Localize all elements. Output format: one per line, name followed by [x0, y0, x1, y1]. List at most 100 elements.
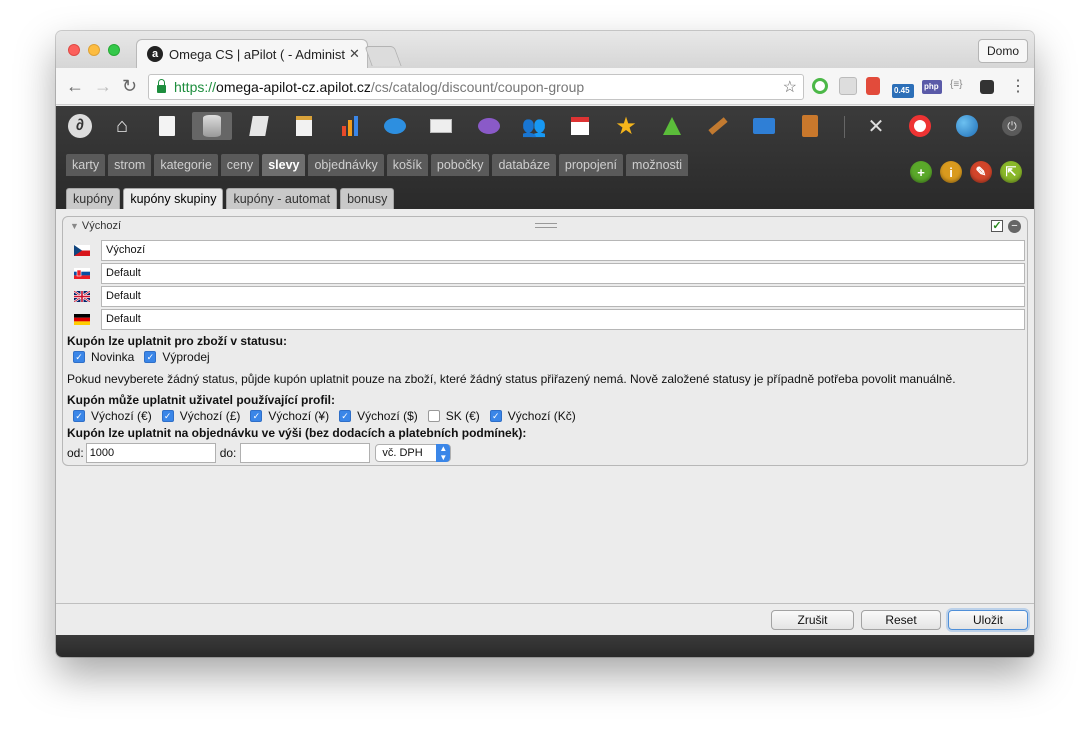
nav-item-slevy[interactable]: slevy	[262, 154, 306, 176]
browser-window: a Omega CS | aPilot ( - Administ ✕ Domo …	[56, 31, 1034, 657]
document-pencil-icon[interactable]	[153, 112, 181, 140]
nav-item-databaze[interactable]: databáze	[492, 154, 556, 176]
zoom-window-button[interactable]	[108, 44, 120, 56]
nav-item-kategorie[interactable]: kategorie	[154, 154, 218, 176]
checkbox-profile-eur[interactable]: ✓	[73, 410, 85, 422]
checkbox-label-profile-sk-eur: SK (€)	[445, 409, 480, 423]
cancel-button[interactable]: Zrušit	[771, 610, 854, 630]
profile-button[interactable]: Domo	[977, 39, 1028, 63]
checkbox-profile-gbp[interactable]: ✓	[161, 410, 174, 422]
tab-close-icon[interactable]: ✕	[349, 46, 360, 62]
add-icon[interactable]: +	[910, 161, 932, 183]
tab-kupony-skupiny[interactable]: kupóny skupiny	[123, 188, 224, 209]
bar-chart-icon[interactable]	[336, 112, 364, 140]
checkbox-profile-usd[interactable]: ✓	[339, 410, 352, 422]
wrench-icon[interactable]: ✎	[970, 161, 992, 183]
php-icon[interactable]: php	[922, 80, 942, 94]
envelope-icon[interactable]	[427, 112, 455, 140]
panel-header: ▼ Výchozí ✓ −	[63, 217, 1027, 234]
browser-tabbar: a Omega CS | aPilot ( - Administ ✕ Domo	[56, 31, 1034, 68]
nav-item-moznosti[interactable]: možnosti	[626, 154, 689, 176]
name-input-sk[interactable]: Default	[101, 263, 1025, 284]
info-icon[interactable]: i	[940, 161, 962, 183]
coupon-group-panel: ▼ Výchozí ✓ − Výchozí Default Default Def…	[62, 216, 1028, 466]
flask-icon[interactable]	[658, 112, 686, 140]
bookmark-star-icon[interactable]: ☆	[783, 77, 797, 97]
sk-flag-icon	[74, 268, 90, 279]
clipboard-icon[interactable]	[290, 112, 318, 140]
save-button[interactable]: Uložit	[948, 610, 1028, 630]
amount-from-input[interactable]: 1000	[85, 443, 216, 463]
tab-kupony-automat[interactable]: kupóny - automat	[226, 188, 338, 209]
omega-logo-icon[interactable]: ∂	[66, 112, 94, 140]
scroll-icon[interactable]	[245, 112, 273, 140]
globe-icon[interactable]	[953, 112, 981, 140]
calendar-icon[interactable]	[566, 112, 594, 140]
database-icon[interactable]	[192, 112, 232, 140]
reset-button[interactable]: Reset	[861, 610, 941, 630]
tools-icon[interactable]: ✕	[862, 112, 890, 140]
speed-gauge-icon[interactable]: 0.45	[892, 84, 914, 98]
checkbox-novinka[interactable]: ✓	[73, 351, 85, 363]
extension-green-icon[interactable]	[812, 78, 828, 94]
forward-arrow-icon[interactable]: →	[94, 76, 112, 97]
address-bar[interactable]: https:// omega-apilot-cz.apilot.cz /cs/c…	[148, 74, 804, 100]
name-input-en[interactable]: Default	[101, 286, 1025, 307]
sms-icon[interactable]	[475, 112, 503, 140]
terminal-icon[interactable]	[980, 80, 994, 94]
browser-toolbar: ← → ↻ https:// omega-apilot-cz.apilot.cz…	[56, 68, 1034, 105]
menu-kebab-icon[interactable]: ⋮	[1010, 76, 1026, 96]
nav-item-pobocky[interactable]: pobočky	[430, 154, 490, 176]
folder-icon[interactable]	[750, 112, 778, 140]
remove-icon[interactable]: −	[1008, 220, 1021, 233]
reload-icon[interactable]: ↻	[122, 76, 137, 97]
name-input-de[interactable]: Default	[101, 309, 1025, 330]
rss-icon[interactable]	[839, 77, 857, 95]
checkbox-label-novinka: Novinka	[91, 350, 135, 364]
power-icon[interactable]: ⏻	[998, 112, 1026, 140]
nav-item-ceny[interactable]: ceny	[220, 154, 260, 176]
amount-heading: Kupón lze uplatnit na objednávku ve výši…	[67, 426, 527, 440]
close-window-button[interactable]	[68, 44, 80, 56]
nav-item-strom[interactable]: strom	[108, 154, 152, 176]
gavel-icon[interactable]	[704, 112, 732, 140]
minimize-window-button[interactable]	[88, 44, 100, 56]
collapse-triangle-icon: ▼	[70, 221, 79, 231]
star-icon[interactable]: ★	[612, 112, 640, 140]
checkbox-profile-sk-eur[interactable]	[427, 410, 440, 422]
panel-title[interactable]: ▼ Výchozí	[70, 220, 121, 232]
tab-title: Omega CS | aPilot ( - Administ	[169, 46, 345, 62]
drag-handle[interactable]	[535, 223, 557, 228]
nav-item-objednavky[interactable]: objednávky	[308, 154, 384, 176]
home-icon[interactable]: ⌂	[108, 112, 136, 140]
vat-select[interactable]: vč. DPH ▲ ▼	[375, 444, 452, 462]
chat-bubble-icon[interactable]	[381, 112, 409, 140]
nav-item-karty[interactable]: karty	[66, 154, 106, 176]
nav-item-kosik[interactable]: košík	[386, 154, 428, 176]
export-icon[interactable]: ⇱	[1000, 161, 1022, 183]
toolbar-separator	[844, 116, 845, 138]
checkbox-vyprodej[interactable]: ✓	[144, 351, 157, 363]
checkbox-profile-czk[interactable]: ✓	[489, 410, 502, 422]
footer-divider	[56, 603, 1034, 604]
tab-bonusy[interactable]: bonusy	[340, 188, 395, 209]
browser-tab-active[interactable]: a Omega CS | aPilot ( - Administ ✕	[136, 39, 368, 68]
nav-item-propojeni[interactable]: propojení	[558, 154, 624, 176]
bookmark-red-icon[interactable]	[866, 77, 880, 95]
json-braces-icon[interactable]: {≡}	[950, 79, 963, 90]
checkbox-label-profile-czk: Výchozí (Kč)	[507, 409, 576, 423]
active-checkbox[interactable]: ✓	[991, 220, 1003, 232]
tab-kupony[interactable]: kupóny	[66, 188, 121, 209]
checkbox-profile-jpy[interactable]: ✓	[250, 410, 263, 422]
lifebuoy-icon[interactable]	[906, 112, 934, 140]
status-options: ✓ Novinka ✓ Výprodej	[73, 350, 220, 364]
new-tab-button[interactable]	[364, 46, 402, 66]
amount-to-input[interactable]	[240, 443, 371, 463]
name-input-cs[interactable]: Výchozí	[101, 240, 1025, 261]
users-icon[interactable]: 👥	[520, 112, 548, 140]
checkbox-label-profile-eur: Výchozí (€)	[91, 409, 152, 423]
status-heading: Kupón lze uplatnit pro zboží v statusu:	[67, 334, 287, 348]
status-note: Pokud nevyberete žádný status, půjde kup…	[67, 372, 956, 386]
cabinet-icon[interactable]	[796, 112, 824, 140]
back-arrow-icon[interactable]: ←	[66, 76, 84, 97]
